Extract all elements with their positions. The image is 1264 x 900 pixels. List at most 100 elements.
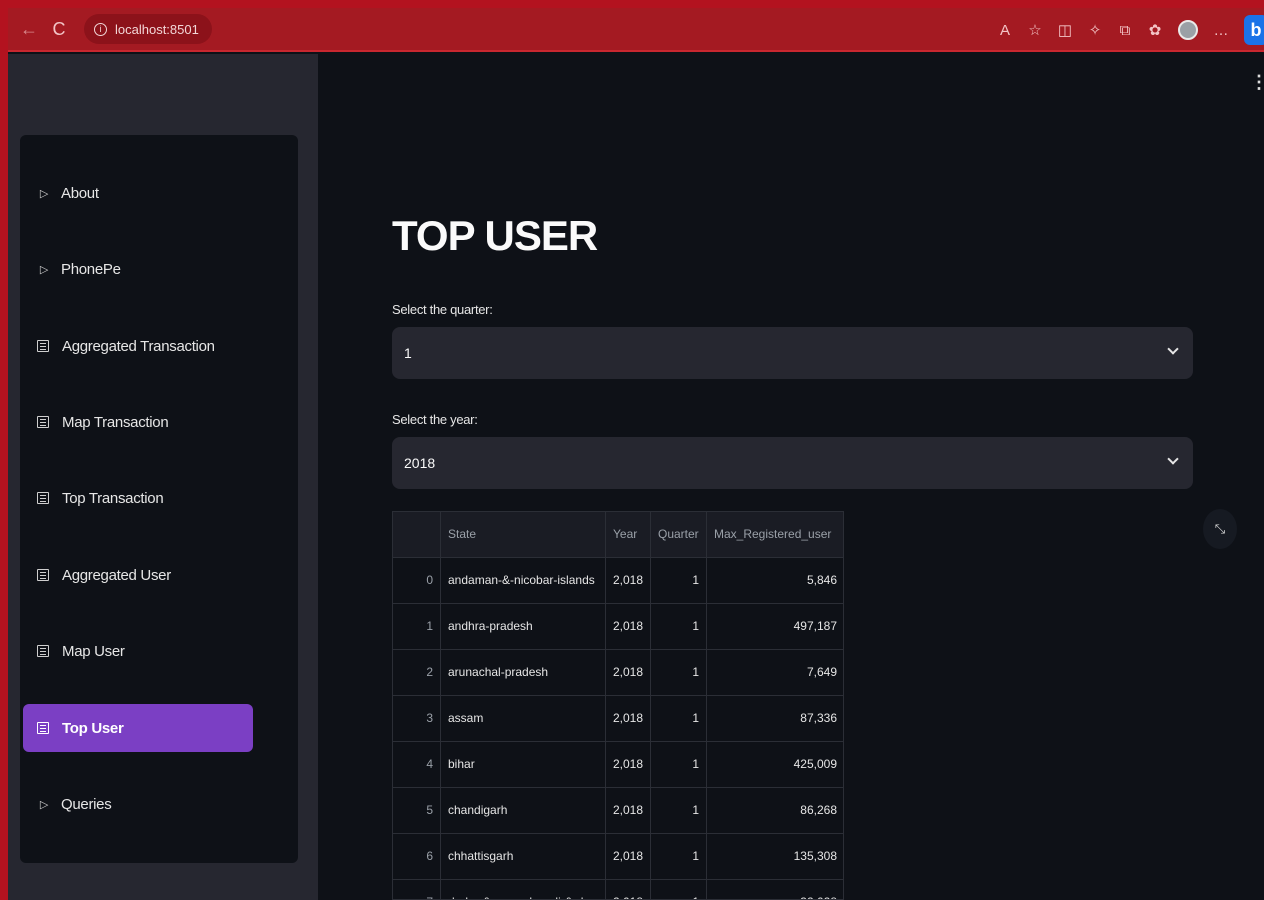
favorites-list-icon[interactable]: ✧: [1080, 21, 1110, 39]
cell-quarter[interactable]: 1: [651, 558, 707, 603]
cell-year[interactable]: 2,018: [606, 788, 651, 833]
document-icon: [37, 722, 49, 734]
read-aloud-icon[interactable]: A: [990, 22, 1020, 39]
year-select[interactable]: 2018: [392, 437, 1193, 489]
back-icon[interactable]: ←: [14, 19, 44, 40]
reload-icon[interactable]: C: [44, 19, 74, 40]
row-index: 6: [393, 834, 441, 879]
cell-max-registered-user[interactable]: 32,028: [707, 880, 843, 899]
document-icon: [37, 492, 49, 504]
play-icon: ▷: [39, 263, 49, 276]
main-menu-icon[interactable]: ⋮: [1250, 72, 1264, 93]
cell-max-registered-user[interactable]: 87,336: [707, 696, 843, 741]
cell-max-registered-user[interactable]: 135,308: [707, 834, 843, 879]
cell-year[interactable]: 2,018: [606, 834, 651, 879]
chevron-down-icon: [1167, 453, 1179, 465]
sidebar-item-map-user[interactable]: Map User: [23, 627, 253, 675]
column-header-state[interactable]: State: [441, 512, 606, 557]
cell-state[interactable]: andhra-pradesh: [441, 604, 606, 649]
column-header-year[interactable]: Year: [606, 512, 651, 557]
page-title: TOP USER: [392, 212, 598, 259]
cell-max-registered-user[interactable]: 497,187: [707, 604, 843, 649]
sidebar-item-aggregated-user[interactable]: Aggregated User: [23, 551, 253, 599]
document-icon: [37, 416, 49, 428]
sidebar-item-aggregated-transaction[interactable]: Aggregated Transaction: [23, 322, 253, 370]
row-index: 7: [393, 880, 441, 899]
quarter-label: Select the quarter:: [392, 302, 493, 317]
sidebar-item-label: Top User: [62, 719, 124, 737]
column-header-index[interactable]: [393, 512, 441, 557]
browser-actions: A ☆ ◫ ✧ ⧉ ✿ … b: [990, 8, 1264, 52]
cell-state[interactable]: assam: [441, 696, 606, 741]
cell-year[interactable]: 2,018: [606, 558, 651, 603]
table-row: 6 chhattisgarh 2,018 1 135,308: [393, 834, 843, 880]
cell-quarter[interactable]: 1: [651, 650, 707, 695]
browser-window: ← C i localhost:8501 A ☆ ◫ ✧ ⧉ ✿ … b ▷ A…: [0, 0, 1264, 900]
cell-year[interactable]: 2,018: [606, 742, 651, 787]
cell-year[interactable]: 2,018: [606, 696, 651, 741]
sidebar-item-label: Top Transaction: [62, 489, 164, 507]
sidebar-item-label: Map User: [62, 642, 125, 660]
table-row: 4 bihar 2,018 1 425,009: [393, 742, 843, 788]
document-icon: [37, 340, 49, 352]
row-index: 5: [393, 788, 441, 833]
fullscreen-expand-icon[interactable]: ⤡: [1203, 509, 1237, 549]
column-header-max-registered-user[interactable]: Max_Registered_user: [707, 512, 843, 557]
table-row: 3 assam 2,018 1 87,336: [393, 696, 843, 742]
favorite-star-icon[interactable]: ☆: [1020, 21, 1050, 39]
table-row: 1 andhra-pradesh 2,018 1 497,187: [393, 604, 843, 650]
sidebar-item-label: Aggregated Transaction: [62, 337, 215, 355]
data-table[interactable]: State Year Quarter Max_Registered_user 0…: [392, 511, 844, 900]
row-index: 1: [393, 604, 441, 649]
address-bar[interactable]: i localhost:8501: [84, 14, 212, 44]
cell-quarter[interactable]: 1: [651, 696, 707, 741]
sidebar-item-queries[interactable]: ▷ Queries: [23, 780, 253, 828]
table-header-row: State Year Quarter Max_Registered_user: [393, 512, 843, 558]
row-index: 0: [393, 558, 441, 603]
sidebar-item-label: Map Transaction: [62, 413, 169, 431]
extensions-icon[interactable]: ✿: [1140, 21, 1170, 39]
cell-quarter[interactable]: 1: [651, 788, 707, 833]
more-menu-icon[interactable]: …: [1206, 22, 1236, 39]
cell-year[interactable]: 2,018: [606, 604, 651, 649]
chevron-down-icon: [1167, 343, 1179, 355]
info-icon[interactable]: i: [94, 22, 107, 36]
sidebar-item-phonepe[interactable]: ▷ PhonePe: [23, 245, 253, 293]
cell-quarter[interactable]: 1: [651, 880, 707, 899]
play-icon: ▷: [39, 187, 49, 200]
cell-state[interactable]: andaman-&-nicobar-islands: [441, 558, 606, 603]
cell-state[interactable]: arunachal-pradesh: [441, 650, 606, 695]
quarter-select[interactable]: 1: [392, 327, 1193, 379]
cell-year[interactable]: 2,018: [606, 650, 651, 695]
sidebar-item-label: Queries: [61, 795, 112, 813]
cell-max-registered-user[interactable]: 86,268: [707, 788, 843, 833]
column-header-quarter[interactable]: Quarter: [651, 512, 707, 557]
address-text: localhost:8501: [115, 21, 199, 37]
sidebar-item-about[interactable]: ▷ About: [23, 169, 253, 217]
collections-icon[interactable]: ⧉: [1110, 22, 1140, 39]
cell-quarter[interactable]: 1: [651, 834, 707, 879]
cell-quarter[interactable]: 1: [651, 604, 707, 649]
table-row: 7 dadra-&-nagar-haveli-&-daman-&-diu 2,0…: [393, 880, 843, 899]
document-icon: [37, 645, 49, 657]
cell-max-registered-user[interactable]: 5,846: [707, 558, 843, 603]
cell-state[interactable]: bihar: [441, 742, 606, 787]
cell-max-registered-user[interactable]: 7,649: [707, 650, 843, 695]
cell-max-registered-user[interactable]: 425,009: [707, 742, 843, 787]
cell-state[interactable]: chandigarh: [441, 788, 606, 833]
profile-avatar[interactable]: [1178, 20, 1198, 40]
row-index: 2: [393, 650, 441, 695]
split-screen-icon[interactable]: ◫: [1050, 21, 1080, 39]
browser-toolbar: ← C i localhost:8501 A ☆ ◫ ✧ ⧉ ✿ … b: [8, 8, 1264, 52]
table-row: 2 arunachal-pradesh 2,018 1 7,649: [393, 650, 843, 696]
cell-quarter[interactable]: 1: [651, 742, 707, 787]
sidebar-item-map-transaction[interactable]: Map Transaction: [23, 398, 253, 446]
quarter-value: 1: [404, 345, 412, 361]
copilot-icon[interactable]: b: [1244, 15, 1264, 45]
sidebar-item-top-transaction[interactable]: Top Transaction: [23, 474, 253, 522]
cell-state[interactable]: chhattisgarh: [441, 834, 606, 879]
sidebar-item-top-user[interactable]: Top User: [23, 704, 253, 752]
cell-year[interactable]: 2,018: [606, 880, 651, 899]
cell-state[interactable]: dadra-&-nagar-haveli-&-daman-&-diu: [441, 880, 606, 899]
year-value: 2018: [404, 455, 436, 471]
